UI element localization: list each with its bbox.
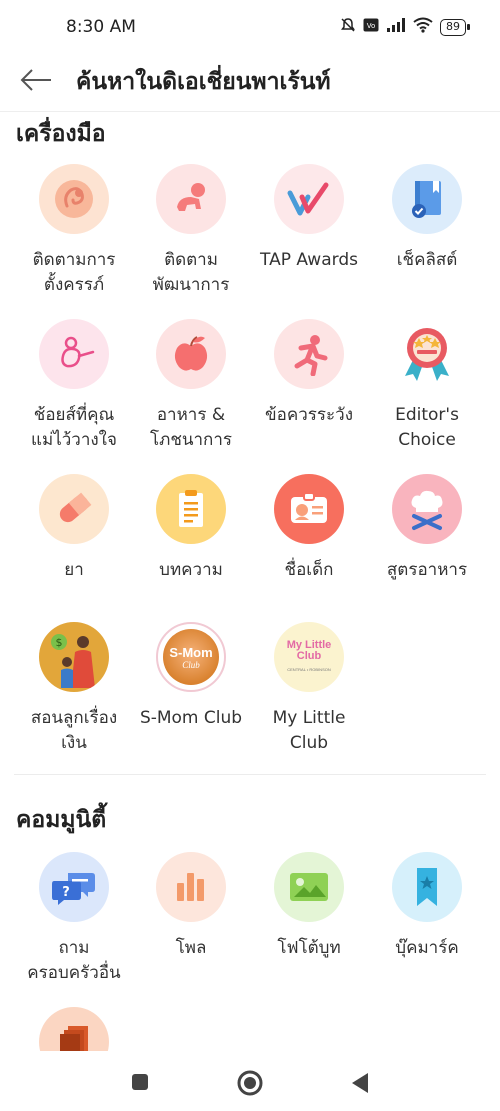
svg-text:$: $ (56, 636, 63, 649)
clipboard-icon (156, 474, 226, 544)
volte-icon: Vo (363, 18, 379, 36)
tile-label-line1: บุ๊คมาร์ค (395, 938, 459, 958)
tile-label-line1: สูตรอาหาร (386, 560, 468, 580)
tool-baby-names[interactable]: ชื่อเด็ก (250, 474, 368, 583)
tile-label-line1: ติดตาม (164, 250, 218, 270)
photo-icon (274, 852, 344, 922)
tile-label-line2: Club (289, 733, 329, 753)
status-icons: Vo 89 (340, 17, 470, 37)
tile-label-line1: S-Mom Club (139, 708, 243, 728)
tool-editors-choice[interactable]: Editor's Choice (368, 319, 486, 453)
tool-medicine[interactable]: ยา (15, 474, 133, 583)
wifi-icon (413, 17, 433, 37)
tile-label-line1: บทความ (159, 560, 223, 580)
checkmark-award-icon (274, 164, 344, 234)
checklist-book-icon (392, 164, 462, 234)
apple-icon (156, 319, 226, 389)
tile-label-line1: ถาม (58, 938, 90, 958)
tool-smom-club[interactable]: S-Mom Club S-Mom Club (132, 622, 250, 731)
album-stack-icon (39, 1007, 109, 1052)
circle-icon (237, 1070, 263, 1096)
tile-label-line1: ช้อยส์ที่คุณ (33, 405, 115, 425)
tile-label-line1: สอนลูกเรื่อง (30, 708, 118, 728)
back-arrow-icon (20, 69, 51, 91)
tile-label-line1: ติดตามการ (32, 250, 116, 270)
chat-question-icon: ? (39, 852, 109, 922)
pill-icon (39, 474, 109, 544)
section-divider (14, 774, 486, 775)
signal-icon (386, 18, 406, 36)
id-card-icon (274, 474, 344, 544)
poll-bars-icon (156, 852, 226, 922)
svg-text:Vo: Vo (367, 22, 376, 30)
tile-label-line1: อาหาร & (156, 405, 226, 425)
tile-label-line1: เช็คลิสต์ (396, 250, 458, 270)
tile-label-line2: แม่ไว้วางใจ (31, 430, 117, 450)
tile-label-line2: ครอบครัวอื่น (27, 963, 121, 983)
tile-label-line1: โพล (175, 938, 207, 958)
mute-icon (340, 17, 356, 37)
community-ask-families[interactable]: ? ถามครอบครัวอื่น (15, 852, 133, 986)
tile-label-line2: โภชนาการ (149, 430, 232, 450)
smom-logo-text: S-Mom (169, 644, 213, 660)
community-album[interactable] (15, 1007, 133, 1052)
mother-baby-icon (39, 319, 109, 389)
back-arrow-button[interactable] (18, 62, 54, 98)
tile-label-line2: เงิน (61, 733, 87, 753)
page-title: ค้นหาในดิเอเชี่ยนพาเร้นท์ (76, 69, 331, 95)
my-little-club-logo: My Little Club CENTRAL • ROBINSON (274, 622, 344, 692)
tile-label-line1: Editor's (395, 405, 459, 425)
community-photobooth[interactable]: โฟโต้บูท (250, 852, 368, 961)
smom-logo-sub: Club (182, 659, 200, 670)
tile-label-line2: Choice (398, 430, 456, 450)
crawling-baby-icon (156, 164, 226, 234)
tool-money-teaching[interactable]: $ สอนลูกเรื่องเงิน (15, 622, 133, 756)
tool-pregnancy-tracker[interactable]: ติดตามการตั้งครรภ์ (15, 164, 133, 298)
app-header: ค้นหาในดิเอเชี่ยนพาเร้นท์ (0, 52, 500, 112)
fetus-icon (39, 164, 109, 234)
tool-my-little-club[interactable]: My Little Club CENTRAL • ROBINSON My Lit… (250, 622, 368, 756)
running-person-icon (274, 319, 344, 389)
tile-label-line1: TAP Awards (260, 250, 358, 270)
tile-label-line2: พัฒนาการ (152, 275, 230, 295)
mlc-logo-text: My Little Club (286, 638, 332, 662)
tool-mothers-choice[interactable]: ช้อยส์ที่คุณแม่ไว้วางใจ (15, 319, 133, 453)
tile-label-line1: My Little (272, 708, 346, 728)
triangle-back-icon (352, 1073, 368, 1093)
status-time: 8:30 AM (66, 17, 136, 37)
battery-indicator: 89 (440, 18, 470, 36)
tile-label-line1: ยา (64, 560, 84, 580)
community-poll[interactable]: โพล (132, 852, 250, 961)
system-nav-bar (0, 1051, 500, 1111)
tool-recipes[interactable]: สูตรอาหาร (368, 474, 486, 583)
smom-club-logo: S-Mom Club (156, 622, 226, 692)
back-button[interactable] (350, 1071, 370, 1099)
status-bar: 8:30 AM Vo 89 (0, 0, 500, 52)
tools-section-title: เครื่องมือ (16, 121, 106, 147)
tile-label-line2: ตั้งครรภ์ (43, 275, 105, 295)
home-button[interactable] (236, 1069, 264, 1101)
family-money-icon: $ (39, 622, 109, 692)
community-bookmark[interactable]: บุ๊คมาร์ค (368, 852, 486, 961)
tile-label-line1: โฟโต้บูท (277, 938, 341, 958)
bookmark-icon (392, 852, 462, 922)
tile-label-line1: ชื่อเด็ก (284, 560, 334, 580)
tool-food-nutrition[interactable]: อาหาร & โภชนาการ (132, 319, 250, 453)
community-section-title: คอมมูนิตี้ (16, 807, 107, 833)
mlc-logo-sub: CENTRAL • ROBINSON (287, 666, 331, 672)
tool-articles[interactable]: บทความ (132, 474, 250, 583)
tool-development-tracker[interactable]: ติดตามพัฒนาการ (132, 164, 250, 298)
square-icon (132, 1074, 148, 1090)
tool-precautions[interactable]: ข้อควรระวัง (250, 319, 368, 428)
tile-label-line1: ข้อควรระวัง (265, 405, 353, 425)
svg-text:?: ? (62, 885, 70, 900)
recents-button[interactable] (130, 1072, 150, 1096)
tool-tap-awards[interactable]: TAP Awards (250, 164, 368, 273)
ribbon-badge-icon (392, 319, 462, 389)
chef-hat-icon (392, 474, 462, 544)
tools-content[interactable]: เครื่องมือ ติดตามการตั้งครรภ์ ติดตามพัฒน… (0, 112, 500, 1052)
tool-checklist[interactable]: เช็คลิสต์ (368, 164, 486, 273)
